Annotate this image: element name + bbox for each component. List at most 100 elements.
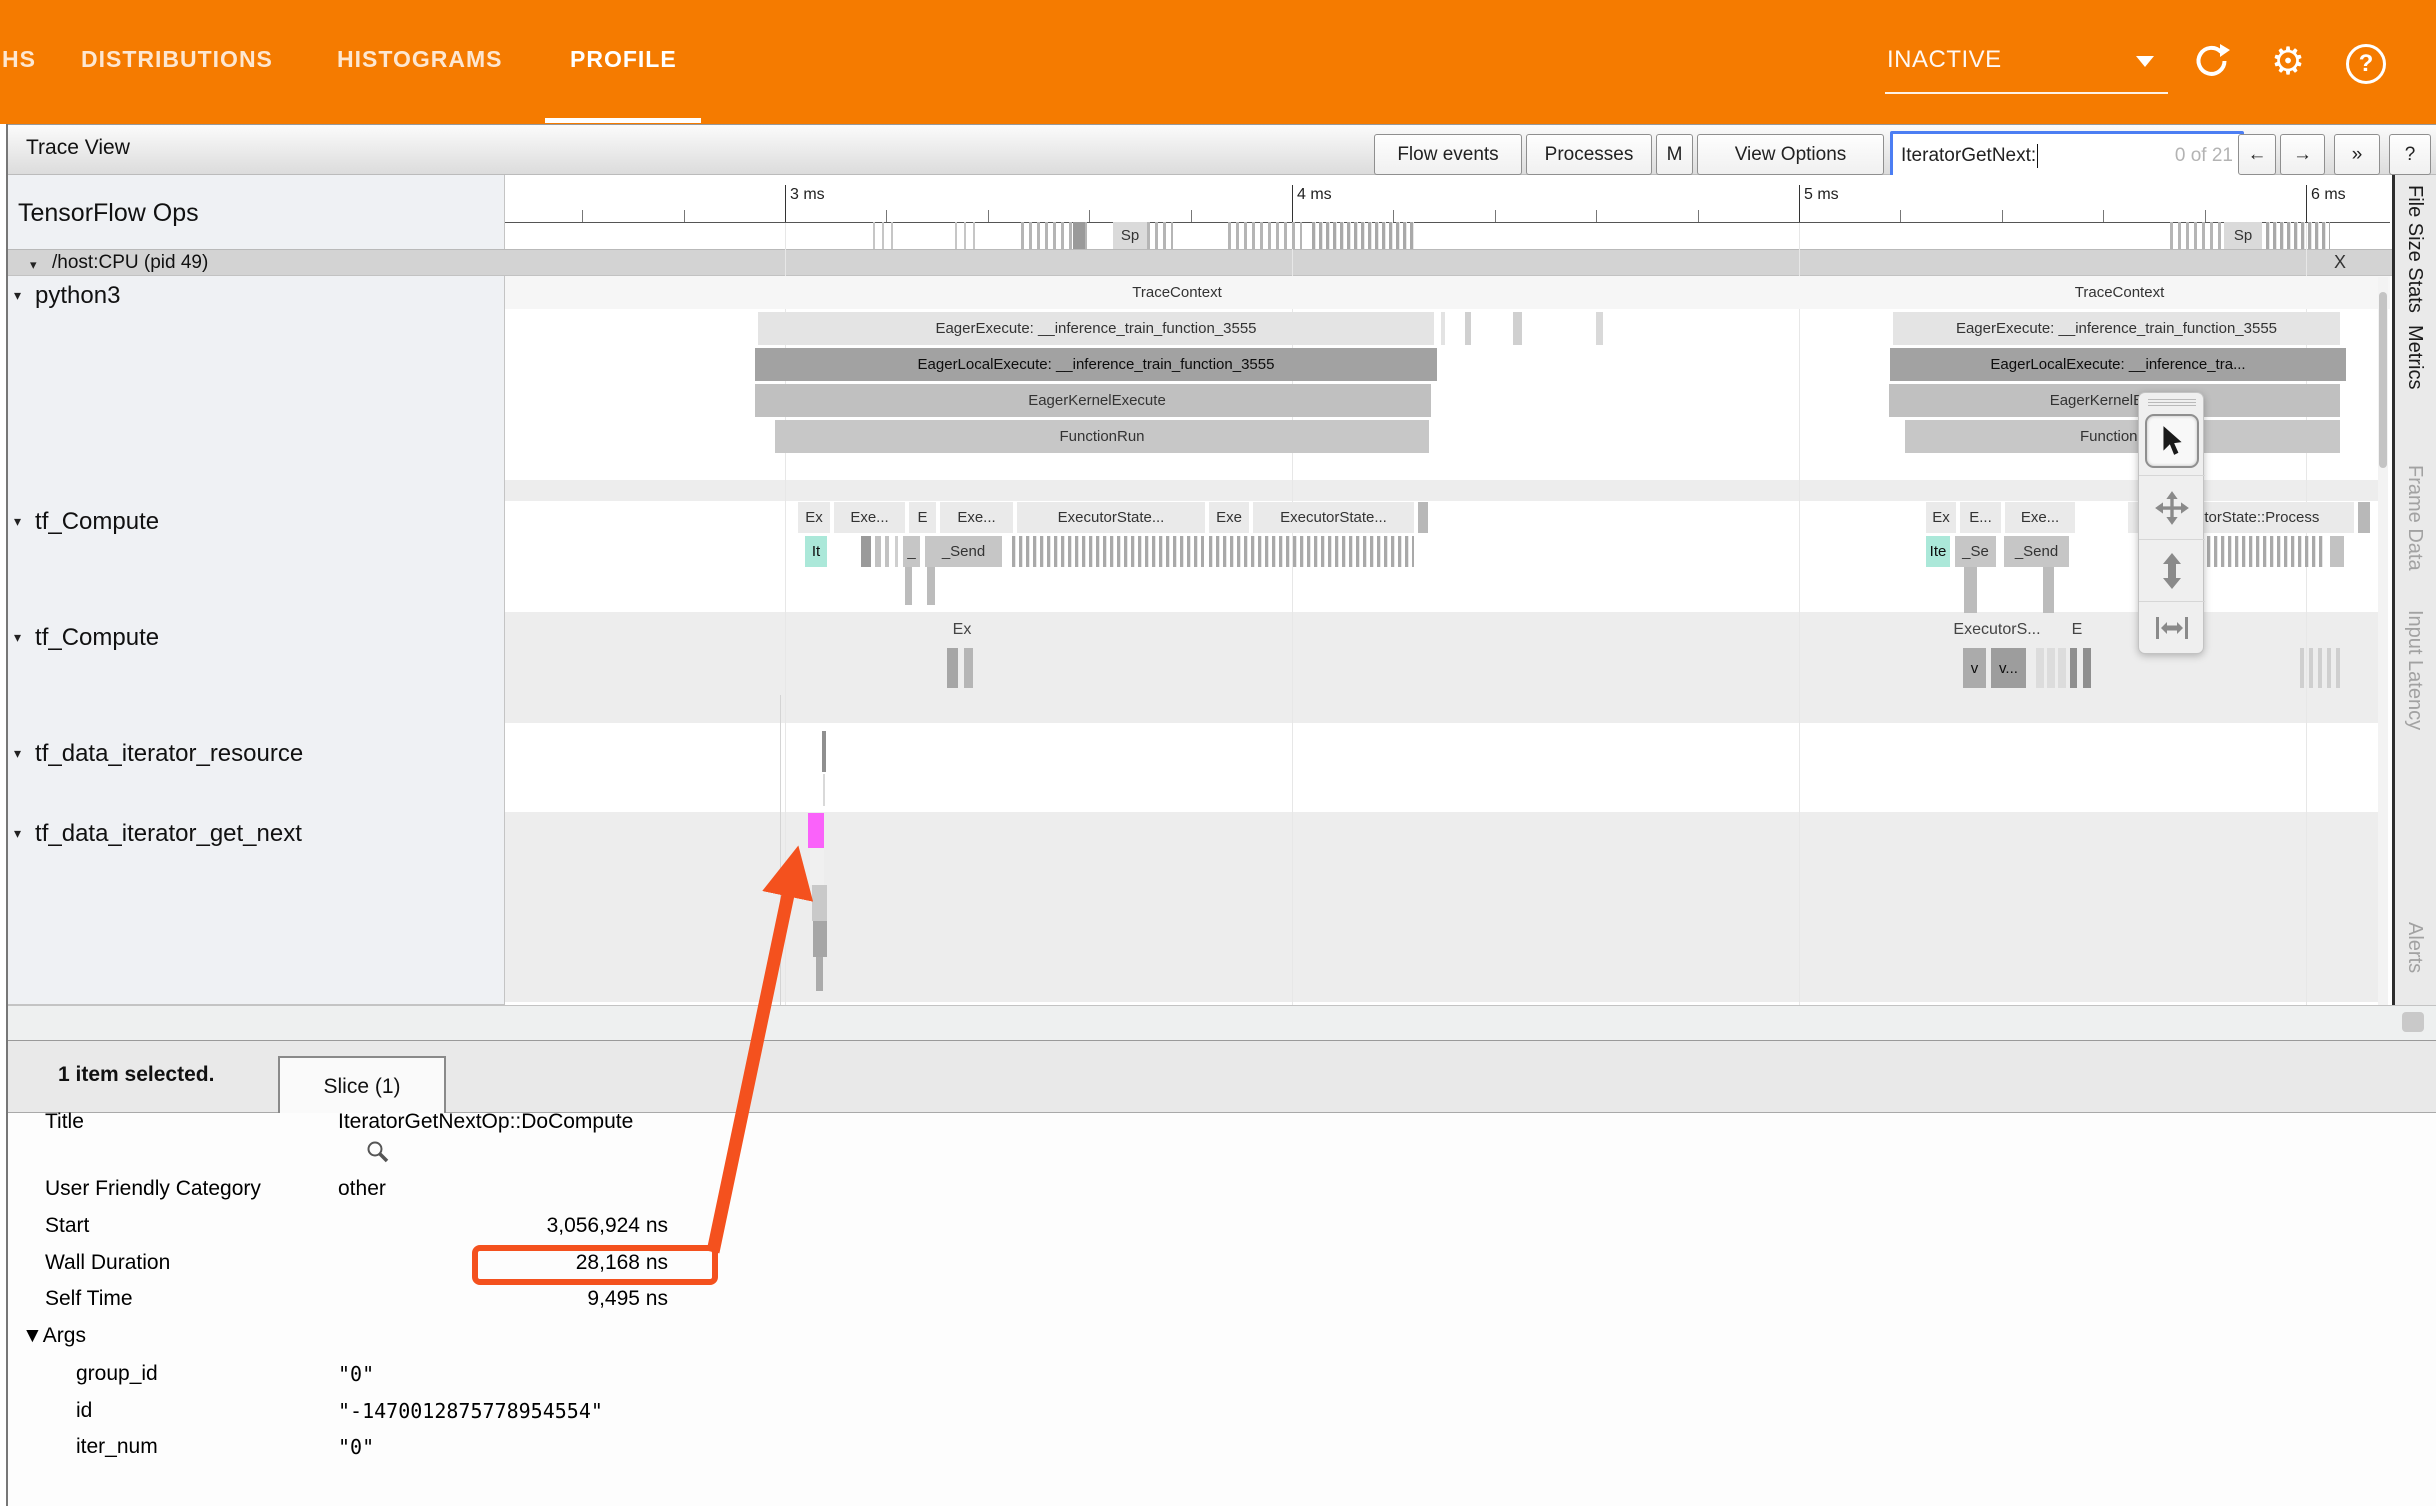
collapse-triangle-icon[interactable]: ▾	[14, 745, 21, 761]
process-section-header[interactable]: ▾ /host:CPU (pid 49) X	[8, 249, 2436, 276]
trace-slice-unlabeled[interactable]	[1889, 384, 1897, 417]
trace-slice-unlabeled[interactable]	[812, 885, 827, 921]
trace-slice[interactable]: EagerLocalExecute: __inference_train_fun…	[755, 348, 1437, 381]
trace-slice[interactable]: ExecutorS...	[1938, 616, 2056, 644]
trace-slice[interactable]: ExecutorState...	[1017, 502, 1205, 533]
trace-slice-unlabeled[interactable]	[813, 921, 827, 957]
trace-slice[interactable]: Ex	[798, 502, 830, 533]
search-next-button[interactable]: →	[2280, 134, 2325, 175]
trace-slice[interactable]: Exe	[1209, 502, 1249, 533]
trace-slice[interactable]: Ex	[940, 616, 984, 644]
toolbar-button-processes[interactable]: Processes	[1526, 134, 1652, 175]
trace-slice-unlabeled[interactable]	[2043, 567, 2054, 613]
close-icon[interactable]: X	[2334, 252, 2346, 273]
trace-slice[interactable]: Sp	[2224, 222, 2262, 249]
side-tab-input-latency[interactable]: Input Latency	[2403, 610, 2426, 730]
trace-slice[interactable]: E...	[1960, 502, 2001, 533]
toolbar-button-flow-events[interactable]: Flow events	[1374, 134, 1522, 175]
vertical-zoom-tool[interactable]	[2139, 539, 2205, 602]
search-prev-button[interactable]: ←	[2238, 134, 2276, 175]
search-input[interactable]: IteratorGetNext: 0 of 21	[1890, 131, 2244, 181]
trace-slice-unlabeled[interactable]	[2036, 648, 2044, 688]
collapse-triangle-icon[interactable]: ▾	[14, 629, 21, 645]
track-row-label-python3[interactable]: ▾python3	[14, 282, 120, 310]
side-tab-alerts[interactable]: Alerts	[2403, 922, 2426, 973]
refresh-icon[interactable]	[2190, 40, 2234, 84]
chevron-down-icon[interactable]	[2136, 56, 2154, 67]
toolbar-button-m[interactable]: M	[1656, 134, 1693, 175]
pan-tool[interactable]	[2139, 475, 2205, 540]
trace-slice[interactable]: E	[909, 502, 936, 533]
magnifier-icon[interactable]	[366, 1140, 390, 1170]
trace-slice[interactable]: FunctionRun	[1905, 420, 2340, 453]
topnav-tab-histograms[interactable]: HISTOGRAMS	[337, 46, 502, 73]
trace-slice[interactable]: _	[903, 536, 920, 567]
trace-slice[interactable]: v...	[1991, 648, 2026, 688]
collapse-triangle-icon[interactable]: ▾	[14, 825, 21, 841]
trace-slice[interactable]: FunctionRun	[775, 420, 1429, 453]
trace-slice[interactable]: It	[805, 536, 827, 567]
trace-slice[interactable]: v	[1963, 648, 1986, 688]
trace-slice-unlabeled[interactable]	[2070, 648, 2077, 688]
trace-slice-unlabeled[interactable]	[2058, 648, 2066, 688]
trace-slice-unlabeled[interactable]	[875, 536, 881, 567]
palette-drag-handle[interactable]	[2148, 397, 2196, 406]
track-row-label-tf_data_iterator_resource[interactable]: ▾tf_data_iterator_resource	[14, 740, 303, 768]
trace-slice[interactable]: Exe...	[940, 502, 1013, 533]
divider-scroll-thumb[interactable]	[2402, 1012, 2424, 1032]
topnav-tab-hs[interactable]: HS	[2, 46, 36, 73]
trace-slice-unlabeled[interactable]	[822, 731, 826, 772]
gear-icon[interactable]: ⚙	[2266, 40, 2310, 84]
trace-slice[interactable]: Ite	[1926, 536, 1950, 567]
trace-slice[interactable]: EagerLocalExecute: __inference_tra...	[1890, 348, 2346, 381]
trace-slice-unlabeled[interactable]	[808, 813, 824, 848]
pointer-tool[interactable]	[2139, 409, 2205, 473]
timing-tool[interactable]	[2139, 601, 2205, 654]
trace-slice-unlabeled[interactable]	[810, 848, 824, 885]
track-row-label-tf_data_iterator_get_next[interactable]: ▾tf_data_iterator_get_next	[14, 820, 302, 848]
trace-slice-unlabeled[interactable]	[1513, 312, 1522, 345]
trace-slice-unlabeled[interactable]	[1073, 222, 1085, 249]
trace-slice[interactable]: EagerKernelExecute	[763, 384, 1431, 417]
trace-slice[interactable]: TraceContext	[505, 276, 1849, 309]
collapse-triangle-icon[interactable]: ▾	[14, 513, 21, 529]
side-tab-frame-data[interactable]: Frame Data	[2403, 465, 2426, 571]
trace-slice-unlabeled[interactable]	[1418, 502, 1428, 533]
trace-slice[interactable]: EagerExecute: __inference_train_function…	[1893, 312, 2340, 345]
trace-slice-unlabeled[interactable]	[947, 648, 958, 688]
trace-slice-unlabeled[interactable]	[1441, 312, 1445, 345]
trace-slice-unlabeled[interactable]	[885, 536, 889, 567]
trace-slice-unlabeled[interactable]	[895, 536, 898, 567]
trace-slice-unlabeled[interactable]	[2047, 648, 2055, 688]
trace-slice[interactable]: EagerExecute: __inference_train_function…	[758, 312, 1434, 345]
trace-slice-unlabeled[interactable]	[816, 957, 823, 991]
trace-slice[interactable]: EagerKernelExecute	[1897, 384, 2340, 417]
topnav-tab-distributions[interactable]: DISTRIBUTIONS	[81, 46, 273, 73]
toolbar-help-button[interactable]: ?	[2389, 134, 2431, 175]
collapse-triangle-icon[interactable]: ▾	[14, 287, 21, 303]
help-icon[interactable]: ?	[2346, 44, 2386, 84]
trace-slice-unlabeled[interactable]	[1465, 312, 1471, 345]
trace-slice-unlabeled[interactable]	[755, 384, 763, 417]
trace-slice[interactable]: E	[2062, 616, 2092, 644]
trace-slice[interactable]: Exe...	[834, 502, 905, 533]
collapse-triangle-icon[interactable]: ▾	[30, 257, 37, 273]
trace-slice[interactable]: _Send	[2004, 536, 2069, 567]
trace-slice-unlabeled[interactable]	[823, 774, 825, 806]
side-tab-file-size-stats[interactable]: File Size Stats	[2403, 185, 2426, 313]
trace-slice[interactable]: Ex	[1926, 502, 1956, 533]
more-button[interactable]: »	[2334, 134, 2380, 175]
trace-slice-unlabeled[interactable]	[927, 567, 935, 605]
trace-slice[interactable]: Exe...	[2005, 502, 2075, 533]
detail-field-label[interactable]: ▼Args	[22, 1324, 86, 1348]
track-row-label-tf_Compute[interactable]: ▾tf_Compute	[14, 624, 159, 652]
track-row-label-tf_Compute[interactable]: ▾tf_Compute	[14, 508, 159, 536]
toolbar-button-view-options[interactable]: View Options	[1697, 134, 1884, 175]
track-scrollbar-thumb[interactable]	[2379, 292, 2387, 468]
tab-slice[interactable]: Slice (1)	[278, 1056, 446, 1115]
trace-slice[interactable]: TraceContext	[1849, 276, 2390, 309]
trace-slice-unlabeled[interactable]	[905, 567, 912, 605]
trace-slice-unlabeled[interactable]	[1964, 567, 1977, 613]
trace-slice-unlabeled[interactable]	[1596, 312, 1603, 345]
trace-slice[interactable]: _Se	[1955, 536, 1996, 567]
